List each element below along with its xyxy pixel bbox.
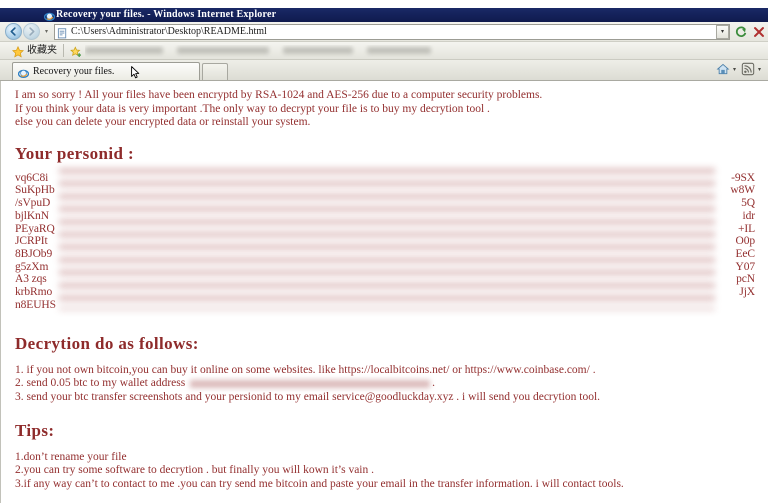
personid-key-right-fragment: idr bbox=[742, 209, 756, 222]
new-tab-button[interactable] bbox=[202, 63, 228, 80]
personid-key-right-fragment: O0p bbox=[735, 235, 755, 248]
personid-key-left-fragment: krbRmo bbox=[15, 286, 53, 299]
home-dropdown-caret-icon[interactable]: ▾ bbox=[733, 66, 736, 73]
wallet-address-redacted bbox=[190, 379, 431, 388]
tip-item: 2.you can try some software to decrytion… bbox=[15, 464, 374, 477]
favorites-separator bbox=[63, 44, 64, 57]
mouse-cursor-icon bbox=[131, 66, 140, 79]
decrytion-heading: Decrytion do as follows: bbox=[15, 333, 199, 353]
personid-key-right-fragment: pcN bbox=[736, 273, 755, 286]
home-icon[interactable] bbox=[714, 60, 732, 78]
personid-key-left-fragment: PEyaRQ bbox=[15, 222, 55, 235]
stop-icon[interactable] bbox=[750, 23, 768, 41]
personid-key-block: vq6C8i -9SX SuKpHb w8W/sVpuD 5Q bjlKnN idr PEya… bbox=[15, 167, 768, 312]
personid-redaction-blur bbox=[59, 167, 715, 310]
favorites-items-blurred bbox=[85, 45, 762, 57]
page-content: I am so sorry ! All your files have been… bbox=[0, 81, 768, 503]
feed-dropdown-caret-icon[interactable]: ▾ bbox=[758, 66, 761, 73]
favorites-bar: 收藏夹 bbox=[0, 42, 768, 60]
favorites-label[interactable]: 收藏夹 bbox=[27, 45, 57, 57]
window-titlebar: Recovery your files. - Windows Internet … bbox=[0, 8, 768, 22]
decrytion-step: 1. if you not own bitcoin,you can buy it… bbox=[15, 364, 768, 378]
decrytion-step-suffix: . bbox=[432, 377, 435, 390]
address-toolbar: ▾ C:\Users\Administrator\Desktop\README.… bbox=[0, 22, 768, 42]
ransom-intro-text: I am so sorry ! All your files have been… bbox=[15, 89, 543, 129]
tab-label: Recovery your files. bbox=[33, 65, 115, 77]
favorite-item-blurred[interactable] bbox=[367, 47, 431, 54]
personid-key-left-fragment: SuKpHb bbox=[15, 184, 55, 197]
back-button[interactable] bbox=[5, 23, 22, 40]
window-title: Recovery your files. - Windows Internet … bbox=[56, 9, 277, 20]
personid-key-left-fragment: g5zXm bbox=[15, 260, 49, 273]
personid-key-right-fragment: 5Q bbox=[741, 197, 755, 210]
decrytion-step: 2. send 0.05 btc to my wallet address . bbox=[15, 377, 768, 391]
tab-bar-tools: ▾ ▾ bbox=[714, 60, 768, 80]
personid-key-left-fragment: vq6C8i bbox=[15, 171, 49, 184]
personid-heading: Your personid : bbox=[15, 143, 135, 163]
tab-recovery-your-files[interactable]: Recovery your files. bbox=[12, 62, 200, 80]
recent-pages-caret-icon[interactable]: ▾ bbox=[41, 24, 52, 40]
address-bar-text: C:\Users\Administrator\Desktop\README.ht… bbox=[71, 25, 267, 37]
personid-key-right-fragment: +IL bbox=[737, 222, 755, 235]
tab-bar: Recovery your files. ▾ ▾ bbox=[0, 60, 768, 81]
address-bar[interactable]: C:\Users\Administrator\Desktop\README.ht… bbox=[54, 23, 730, 40]
ie-logo-icon bbox=[43, 9, 56, 21]
decrytion-step-text: 1. if you not own bitcoin,you can buy it… bbox=[15, 363, 596, 376]
window-top-padding bbox=[0, 0, 768, 8]
decrytion-step-text: 2. send 0.05 btc to my wallet address bbox=[15, 377, 189, 390]
personid-key-right-fragment: -9SX bbox=[731, 171, 755, 184]
personid-key-right-fragment: Y07 bbox=[735, 260, 755, 273]
personid-key-left-fragment: /sVpuD bbox=[15, 197, 51, 210]
favorite-item-blurred[interactable] bbox=[283, 47, 353, 54]
ie-logo-icon bbox=[17, 66, 30, 78]
decrytion-steps-list: 1. if you not own bitcoin,you can buy it… bbox=[15, 364, 768, 405]
tips-list: 1.don’t rename your file 2.you can try so… bbox=[15, 451, 768, 492]
personid-key-right-fragment: EeC bbox=[735, 248, 756, 260]
favorite-item-blurred[interactable] bbox=[177, 47, 269, 54]
personid-key-right-fragment: w8W bbox=[730, 184, 755, 197]
page-icon bbox=[57, 26, 68, 39]
forward-button[interactable] bbox=[23, 23, 40, 40]
favorite-item-blurred[interactable] bbox=[85, 47, 163, 54]
refresh-icon[interactable] bbox=[732, 23, 750, 41]
personid-key-left-fragment: n8EUHS bbox=[15, 298, 56, 311]
internet-explorer-window: Recovery your files. - Windows Internet … bbox=[0, 0, 768, 503]
personid-key-left-fragment: A3 zqs bbox=[15, 273, 47, 286]
add-favorite-icon[interactable] bbox=[70, 45, 82, 57]
tip-item: 1.don’t rename your file bbox=[15, 450, 127, 463]
star-icon[interactable] bbox=[11, 45, 25, 58]
rss-feed-icon[interactable] bbox=[739, 60, 757, 78]
address-dropdown-icon[interactable]: ▾ bbox=[716, 24, 729, 39]
personid-key-left-fragment: bjlKnN bbox=[15, 209, 49, 222]
personid-key-right-fragment: JjX bbox=[739, 286, 755, 299]
decrytion-step-text: 3. send your btc transfer screenshots an… bbox=[15, 390, 601, 403]
tips-heading: Tips: bbox=[15, 420, 55, 440]
personid-key-left-fragment: 8BJOb9 bbox=[15, 248, 53, 260]
tip-item: 3.if any way can’t to contact to me .you… bbox=[15, 477, 624, 490]
decrytion-step: 3. send your btc transfer screenshots an… bbox=[15, 391, 768, 405]
personid-key-left-fragment: JCRPIt bbox=[15, 235, 48, 248]
